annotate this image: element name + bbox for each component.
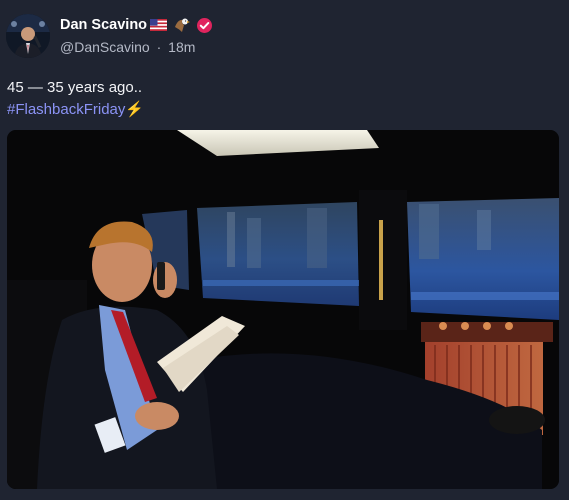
lightning-icon: ⚡	[125, 101, 145, 118]
us-flag-icon	[150, 19, 168, 31]
tweet-header: Dan Scavino @DanScavino · 18m	[60, 15, 561, 55]
verified-badge-icon[interactable]	[196, 17, 213, 34]
tweet-text-line: 45 — 35 years ago..	[7, 79, 143, 96]
photo-illustration	[7, 130, 559, 489]
author-handle[interactable]: @DanScavino	[60, 39, 150, 55]
eagle-icon	[174, 17, 191, 33]
hashtag-link[interactable]: #FlashbackFriday	[7, 101, 125, 118]
author-avatar[interactable]	[6, 14, 50, 58]
author-display-name[interactable]: Dan Scavino	[60, 17, 147, 33]
tweet-timestamp[interactable]: 18m	[168, 39, 195, 55]
handle-row: @DanScavino · 18m	[60, 39, 561, 55]
separator-dot: ·	[156, 39, 162, 55]
tweet-media-photo[interactable]	[7, 130, 559, 489]
avatar-image	[6, 14, 50, 58]
name-row: Dan Scavino	[60, 15, 561, 35]
tweet-text: 45 — 35 years ago.. #FlashbackFriday⚡	[7, 77, 144, 121]
hashtag-line: #FlashbackFriday⚡	[7, 99, 144, 121]
